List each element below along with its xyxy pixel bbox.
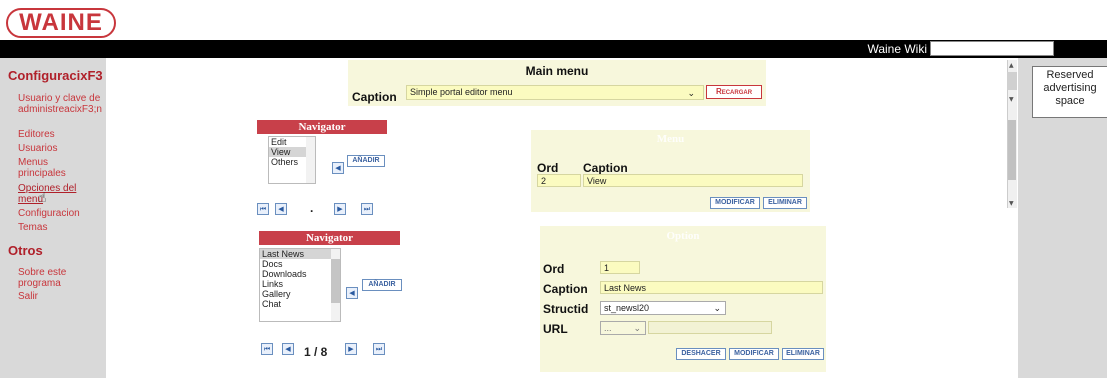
sidebar-item-editors[interactable]: Editores <box>18 129 106 140</box>
scroll-down-icon[interactable]: ▼ <box>1009 96 1014 103</box>
first-page-icon[interactable]: ⏮ <box>257 203 269 215</box>
top-bar: Waine Wiki <box>0 40 1107 58</box>
main-menu-title: Main menu <box>525 64 589 78</box>
reload-button[interactable]: Recargar <box>706 85 762 99</box>
sidebar-section-config: ConfiguracixF3 <box>8 68 103 83</box>
listbox-scroll-thumb[interactable] <box>331 259 340 303</box>
option-panel-title: Option <box>666 230 700 242</box>
option-delete-button[interactable]: ELIMINAR <box>782 348 824 360</box>
menu-panel: Menu Ord Caption 2 View MODIFICAR ELIMIN… <box>531 130 810 212</box>
menu-caption-label: Caption <box>583 161 628 175</box>
listbox-scrollbar[interactable] <box>306 137 315 183</box>
navigator-2-add-button[interactable]: AÑADIR <box>362 279 402 291</box>
scroll-up-icon[interactable]: ▲ <box>1009 62 1014 69</box>
chevron-down-icon: ⌄ <box>633 323 641 333</box>
sidebar-item-themes[interactable]: Temas <box>18 222 106 233</box>
move-left-arrow-icon[interactable]: ◀ <box>346 287 358 299</box>
prev-page-icon[interactable]: ◀ <box>275 203 287 215</box>
next-page-icon[interactable]: ▶ <box>334 203 346 215</box>
navigator-2-title: Navigator <box>259 231 400 245</box>
move-left-arrow-icon[interactable]: ◀ <box>332 162 344 174</box>
listbox-scrollbar[interactable] <box>331 249 340 321</box>
menu-delete-button[interactable]: ELIMINAR <box>763 197 807 209</box>
chevron-down-icon: ⌄ <box>687 88 695 98</box>
menu-modify-button[interactable]: MODIFICAR <box>710 197 760 209</box>
option-ord-field[interactable]: 1 <box>600 261 640 274</box>
navigator-1-title: Navigator <box>257 120 387 134</box>
wiki-search-input[interactable] <box>930 41 1054 56</box>
option-modify-button[interactable]: MODIFICAR <box>729 348 779 360</box>
option-caption-label: Caption <box>543 282 588 296</box>
menu-panel-title: Menu <box>656 133 685 145</box>
list-item[interactable]: Gallery <box>260 289 340 299</box>
first-page-icon[interactable]: ⏮ <box>261 343 273 355</box>
option-url-field[interactable] <box>648 321 772 334</box>
sidebar-item-users[interactable]: Usuarios <box>18 143 106 154</box>
chevron-down-icon: ⌄ <box>713 303 721 313</box>
navigator-2-listbox[interactable]: Last News Docs Downloads Links Gallery C… <box>259 248 341 322</box>
option-ord-label: Ord <box>543 262 565 276</box>
list-item[interactable]: Last News <box>260 249 340 259</box>
option-url-select[interactable]: ... ⌄ <box>600 321 646 335</box>
main-menu-caption-select[interactable]: Simple portal editor menu ⌄ <box>406 85 704 100</box>
navigator-1-add-button[interactable]: AÑADIR <box>347 155 385 167</box>
main-menu-panel: Main menu Caption Simple portal editor m… <box>348 60 766 106</box>
main-menu-caption-value: Simple portal editor menu <box>410 87 513 97</box>
next-page-icon[interactable]: ▶ <box>345 343 357 355</box>
sidebar-item-exit[interactable]: Salir <box>18 291 106 302</box>
option-panel: Option Ord 1 Caption Last News Structid … <box>540 226 826 372</box>
list-item[interactable]: Chat <box>260 299 340 309</box>
hand-cursor-icon: ☝ <box>38 190 47 206</box>
prev-page-icon[interactable]: ◀ <box>282 343 294 355</box>
sidebar-item-main-menus[interactable]: Menus principales <box>18 157 88 179</box>
list-item[interactable]: Links <box>260 279 340 289</box>
menu-caption-field[interactable]: View <box>583 174 803 187</box>
navigator-1-pager-text: . <box>310 201 314 215</box>
option-caption-field[interactable]: Last News <box>600 281 823 294</box>
last-page-icon[interactable]: ⏭ <box>373 343 385 355</box>
option-url-select-value: ... <box>604 323 612 333</box>
advertising-box: Reserved advertising space <box>1032 66 1107 118</box>
sidebar-section-others: Otros <box>8 243 43 258</box>
list-item[interactable]: Downloads <box>260 269 340 279</box>
sidebar-item-admin-password[interactable]: Usuario y clave de administreacixF3;n <box>18 93 104 115</box>
option-undo-button[interactable]: DESHACER <box>676 348 726 360</box>
scroll-down-icon[interactable]: ▼ <box>1009 200 1014 207</box>
scrollbar-small-thumb[interactable] <box>1007 72 1017 90</box>
option-url-label: URL <box>543 322 568 336</box>
option-structid-label: Structid <box>543 302 589 316</box>
sidebar-item-about[interactable]: Sobre este programa <box>18 267 88 289</box>
navigator-1-listbox[interactable]: Edit View Others <box>268 136 316 184</box>
menu-ord-label: Ord <box>537 161 559 175</box>
sidebar-item-menu-options[interactable]: Opciones del menu <box>18 183 88 205</box>
option-structid-value: st_newsl20 <box>604 303 650 313</box>
last-page-icon[interactable]: ⏭ <box>361 203 373 215</box>
main-scroll-thumb[interactable] <box>1008 120 1016 180</box>
list-item[interactable]: Docs <box>260 259 340 269</box>
option-structid-select[interactable]: st_newsl20 ⌄ <box>600 301 726 315</box>
sidebar-item-configuration[interactable]: Configuracion <box>18 208 106 219</box>
main-menu-caption-label: Caption <box>352 90 397 104</box>
wiki-label[interactable]: Waine Wiki <box>867 42 927 56</box>
menu-ord-field[interactable]: 2 <box>537 174 581 187</box>
navigator-2-pager-text: 1 / 8 <box>304 345 328 359</box>
waine-logo[interactable]: WAINE <box>6 8 116 38</box>
